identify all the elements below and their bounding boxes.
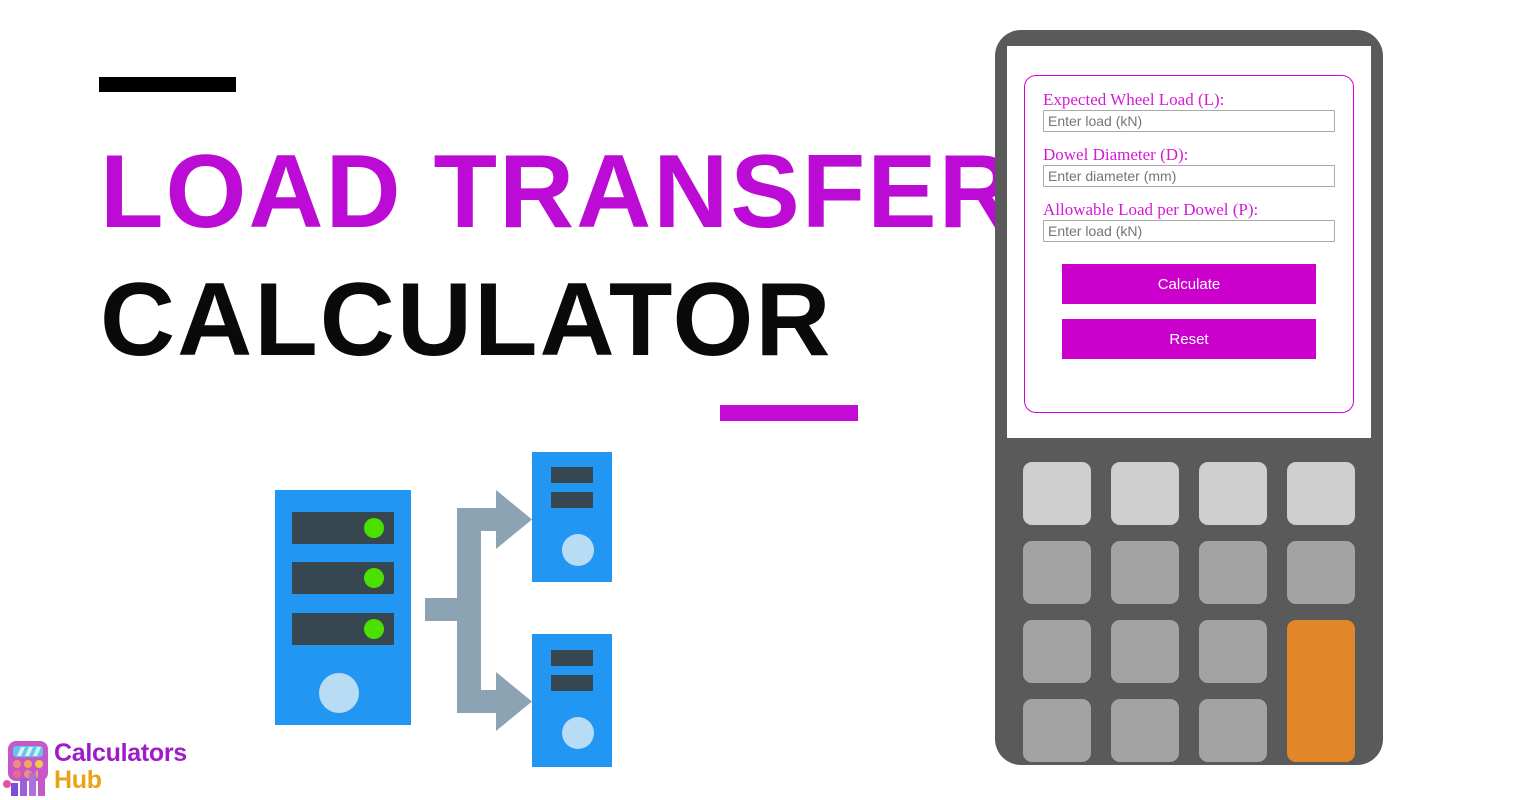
keypad-key[interactable] <box>1111 462 1179 525</box>
calculator-logo-icon <box>3 741 48 796</box>
keypad-key-equals[interactable] <box>1287 620 1355 762</box>
keypad-key[interactable] <box>1023 462 1091 525</box>
reset-button[interactable]: Reset <box>1062 319 1316 359</box>
source-server-icon <box>275 490 411 725</box>
load-transfer-illustration <box>270 440 640 780</box>
keypad-key[interactable] <box>1023 699 1091 762</box>
keypad-key[interactable] <box>1199 699 1267 762</box>
brand-name-primary: Calculators <box>54 739 187 767</box>
server-diagram-svg <box>275 452 612 767</box>
brand-logo[interactable]: Calculators Hub <box>2 740 202 798</box>
calculator-device: Expected Wheel Load (L): Dowel Diameter … <box>995 30 1383 765</box>
keypad-key[interactable] <box>1023 541 1091 604</box>
keypad-key[interactable] <box>1199 620 1267 683</box>
poster-canvas: LOAD TRANSFER CALCULATOR Calculators Hub… <box>0 0 1520 800</box>
calculate-button[interactable]: Calculate <box>1062 264 1316 304</box>
brand-logo-text: Calculators Hub <box>54 740 187 794</box>
keypad-key[interactable] <box>1111 699 1179 762</box>
page-title-line-1: LOAD TRANSFER <box>100 134 1016 250</box>
expected-wheel-load-input[interactable] <box>1043 110 1335 132</box>
target-server-icon-1 <box>532 452 612 582</box>
load-transfer-form: Expected Wheel Load (L): Dowel Diameter … <box>1024 75 1354 413</box>
allowable-load-per-dowel-label: Allowable Load per Dowel (P): <box>1043 200 1259 219</box>
calculator-screen: Expected Wheel Load (L): Dowel Diameter … <box>1007 46 1371 438</box>
page-title-line-2: CALCULATOR <box>100 262 833 378</box>
brand-name-secondary: Hub <box>54 766 102 794</box>
allowable-load-per-dowel-input[interactable] <box>1043 220 1335 242</box>
keypad-key[interactable] <box>1111 541 1179 604</box>
dowel-diameter-input[interactable] <box>1043 165 1335 187</box>
dowel-diameter-label: Dowel Diameter (D): <box>1043 145 1189 164</box>
branch-arrow-icon <box>425 490 532 731</box>
calculator-keypad <box>1023 462 1355 762</box>
expected-wheel-load-label: Expected Wheel Load (L): <box>1043 90 1225 109</box>
keypad-key[interactable] <box>1287 462 1355 525</box>
title-top-rule <box>99 77 236 92</box>
keypad-key[interactable] <box>1199 462 1267 525</box>
keypad-key[interactable] <box>1199 541 1267 604</box>
keypad-key[interactable] <box>1287 541 1355 604</box>
title-bottom-rule <box>720 405 858 421</box>
target-server-icon-2 <box>532 634 612 767</box>
keypad-key[interactable] <box>1023 620 1091 683</box>
keypad-key[interactable] <box>1111 620 1179 683</box>
